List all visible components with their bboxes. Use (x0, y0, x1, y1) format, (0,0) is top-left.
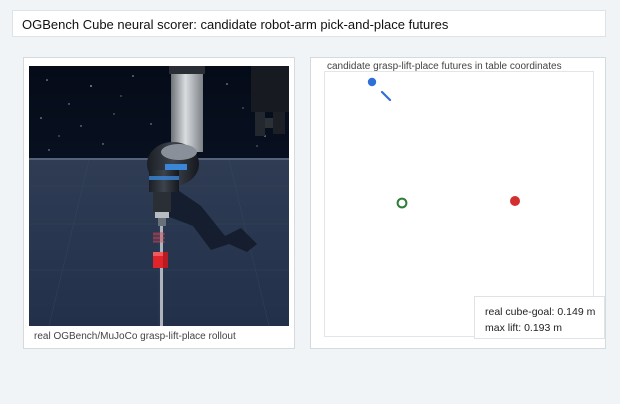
header-bar: OGBench Cube neural scorer: candidate ro… (12, 10, 606, 37)
stats-box: real cube-goal: 0.149 m max lift: 0.193 … (474, 296, 605, 339)
max-lift: max lift: 0.193 m (485, 322, 563, 334)
cube-goal-distance: real cube-goal: 0.149 m (485, 306, 596, 318)
plot-panel: candidate grasp-lift-place futures in ta… (310, 57, 606, 349)
candidate-future-path (380, 90, 392, 102)
rollout-panel: real OGBench/MuJoCo grasp-lift-place rol… (23, 57, 295, 349)
robot-arm-render (29, 66, 289, 326)
table-plot-area: real cube-goal: 0.149 m max lift: 0.193 … (324, 71, 605, 339)
current-cube-marker (396, 197, 408, 209)
start-marker (367, 77, 377, 87)
goal-marker (510, 196, 520, 206)
rollout-caption: real OGBench/MuJoCo grasp-lift-place rol… (34, 331, 236, 342)
page-title: OGBench Cube neural scorer: candidate ro… (22, 17, 449, 32)
